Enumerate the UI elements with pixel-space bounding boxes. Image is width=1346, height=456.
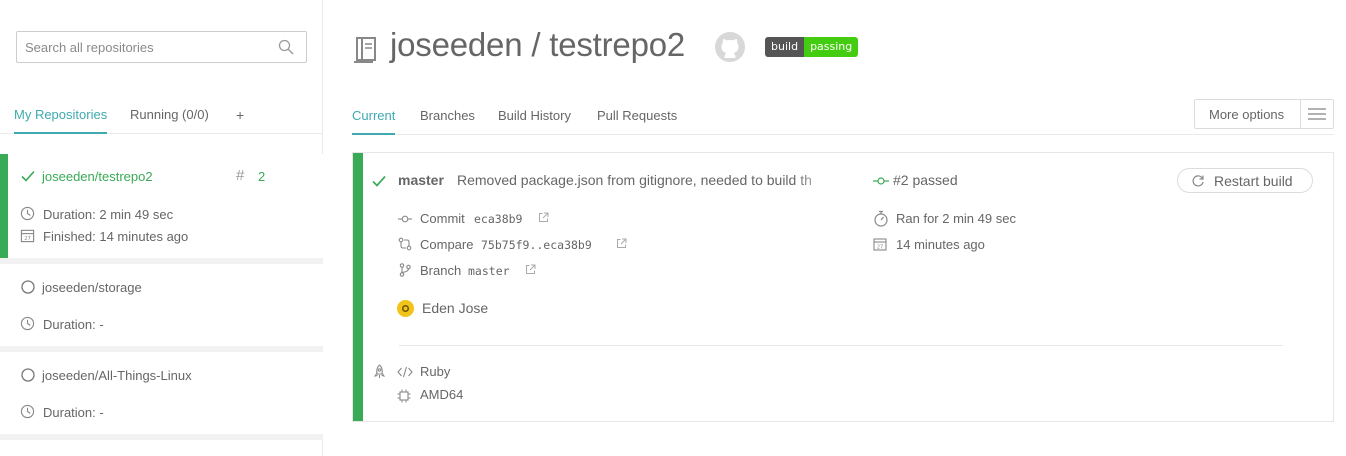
check-icon: [372, 175, 386, 187]
commit-sha[interactable]: eca38b9: [474, 212, 522, 226]
clock-icon: [20, 404, 35, 419]
calendar-icon: 27: [20, 229, 35, 242]
commit-icon: [398, 215, 412, 223]
check-icon: [21, 170, 35, 182]
main-tabs: Current Branches Build History Pull Requ…: [352, 99, 1334, 135]
tab-add-repository[interactable]: +: [236, 107, 244, 134]
passed-status-bar: [0, 154, 8, 258]
sidebar-tabs: My Repositories Running (0/0) +: [0, 100, 323, 134]
not-built-circle-icon: [21, 280, 35, 294]
commit-icon: [873, 177, 889, 185]
repo-duration: Duration: -: [43, 317, 104, 332]
page-title[interactable]: joseeden / testrepo2: [390, 26, 685, 64]
avatar-icon: [402, 305, 409, 312]
hash-icon: #: [236, 167, 245, 184]
commit-message: Removed package.json from gitignore, nee…: [457, 172, 812, 188]
divider: [399, 345, 1283, 346]
tab-branches[interactable]: Branches: [420, 108, 475, 135]
repository-book-icon: [354, 37, 376, 63]
svg-text:27: 27: [24, 236, 31, 242]
repo-item-all-things-linux[interactable]: joseeden/All-Things-Linux Duration: -: [0, 352, 323, 434]
svg-text:27: 27: [877, 245, 883, 251]
divider: [1300, 100, 1301, 128]
rocket-icon: [373, 364, 386, 378]
repo-name[interactable]: joseeden/All-Things-Linux: [42, 368, 192, 383]
external-link-icon[interactable]: [616, 238, 627, 249]
build-branch[interactable]: master: [398, 172, 444, 188]
external-link-icon[interactable]: [538, 212, 549, 223]
tab-pull-requests[interactable]: Pull Requests: [597, 108, 677, 135]
restart-build-label: Restart build: [1214, 173, 1293, 189]
calendar-icon: 27: [873, 238, 887, 251]
clock-icon: [20, 316, 35, 331]
stopwatch-icon: [874, 210, 888, 227]
restart-icon: [1192, 175, 1204, 187]
clock-icon: [20, 206, 35, 221]
compare-icon: [398, 237, 412, 251]
search-box[interactable]: [16, 31, 307, 63]
branch-icon: [399, 263, 411, 277]
more-options-button[interactable]: More options: [1194, 99, 1334, 129]
build-status-badge[interactable]: build passing: [765, 37, 859, 57]
more-options-label: More options: [1209, 107, 1285, 122]
tab-current[interactable]: Current: [352, 108, 396, 135]
cpu-chip-icon: [397, 389, 411, 403]
badge-label: build: [765, 37, 805, 57]
external-link-icon[interactable]: [525, 264, 536, 275]
branch-value[interactable]: master: [468, 264, 510, 278]
commit-label: Commit: [420, 211, 465, 226]
search-icon[interactable]: [278, 39, 294, 55]
repo-duration: Duration: 2 min 49 sec: [43, 207, 174, 222]
sidebar: My Repositories Running (0/0) + joseeden…: [0, 0, 323, 456]
fade-overlay: [793, 167, 843, 193]
github-icon[interactable]: [714, 31, 746, 63]
build-duration: Ran for 2 min 49 sec: [896, 211, 1016, 226]
avatar: [397, 300, 414, 317]
restart-build-button[interactable]: Restart build: [1177, 168, 1313, 193]
repo-name[interactable]: joseeden/testrepo2: [42, 169, 153, 184]
repo-item-storage[interactable]: joseeden/storage Duration: -: [0, 264, 323, 346]
repo-name[interactable]: joseeden/storage: [42, 280, 142, 295]
compare-label: Compare: [420, 237, 474, 252]
build-arch: AMD64: [420, 387, 464, 402]
hamburger-menu-icon[interactable]: [1308, 108, 1326, 120]
repo-item-testrepo2[interactable]: joseeden/testrepo2 # 2 Duration: 2 min 4…: [0, 154, 323, 258]
passed-status-bar: [353, 153, 363, 421]
repo-duration: Duration: -: [43, 405, 104, 420]
tab-running[interactable]: Running (0/0): [130, 107, 209, 134]
repo-finished: Finished: 14 minutes ago: [43, 229, 189, 244]
repo-separator: [0, 434, 323, 440]
tab-build-history[interactable]: Build History: [498, 108, 571, 135]
author-name: Eden Jose: [422, 300, 489, 316]
build-status[interactable]: #2 passed: [893, 172, 958, 188]
build-language: Ruby: [420, 364, 451, 379]
branch-label: Branch: [420, 263, 462, 278]
current-build-card: master Removed package.json from gitigno…: [352, 152, 1334, 422]
tab-my-repositories[interactable]: My Repositories: [14, 107, 108, 134]
not-built-circle-icon: [21, 368, 35, 382]
badge-status: passing: [804, 37, 859, 57]
code-icon: [397, 366, 413, 378]
build-finished-ago: 14 minutes ago: [896, 237, 985, 252]
build-number[interactable]: 2: [258, 169, 265, 184]
compare-range[interactable]: 75b75f9..eca38b9: [481, 238, 592, 252]
search-input[interactable]: [17, 32, 306, 62]
